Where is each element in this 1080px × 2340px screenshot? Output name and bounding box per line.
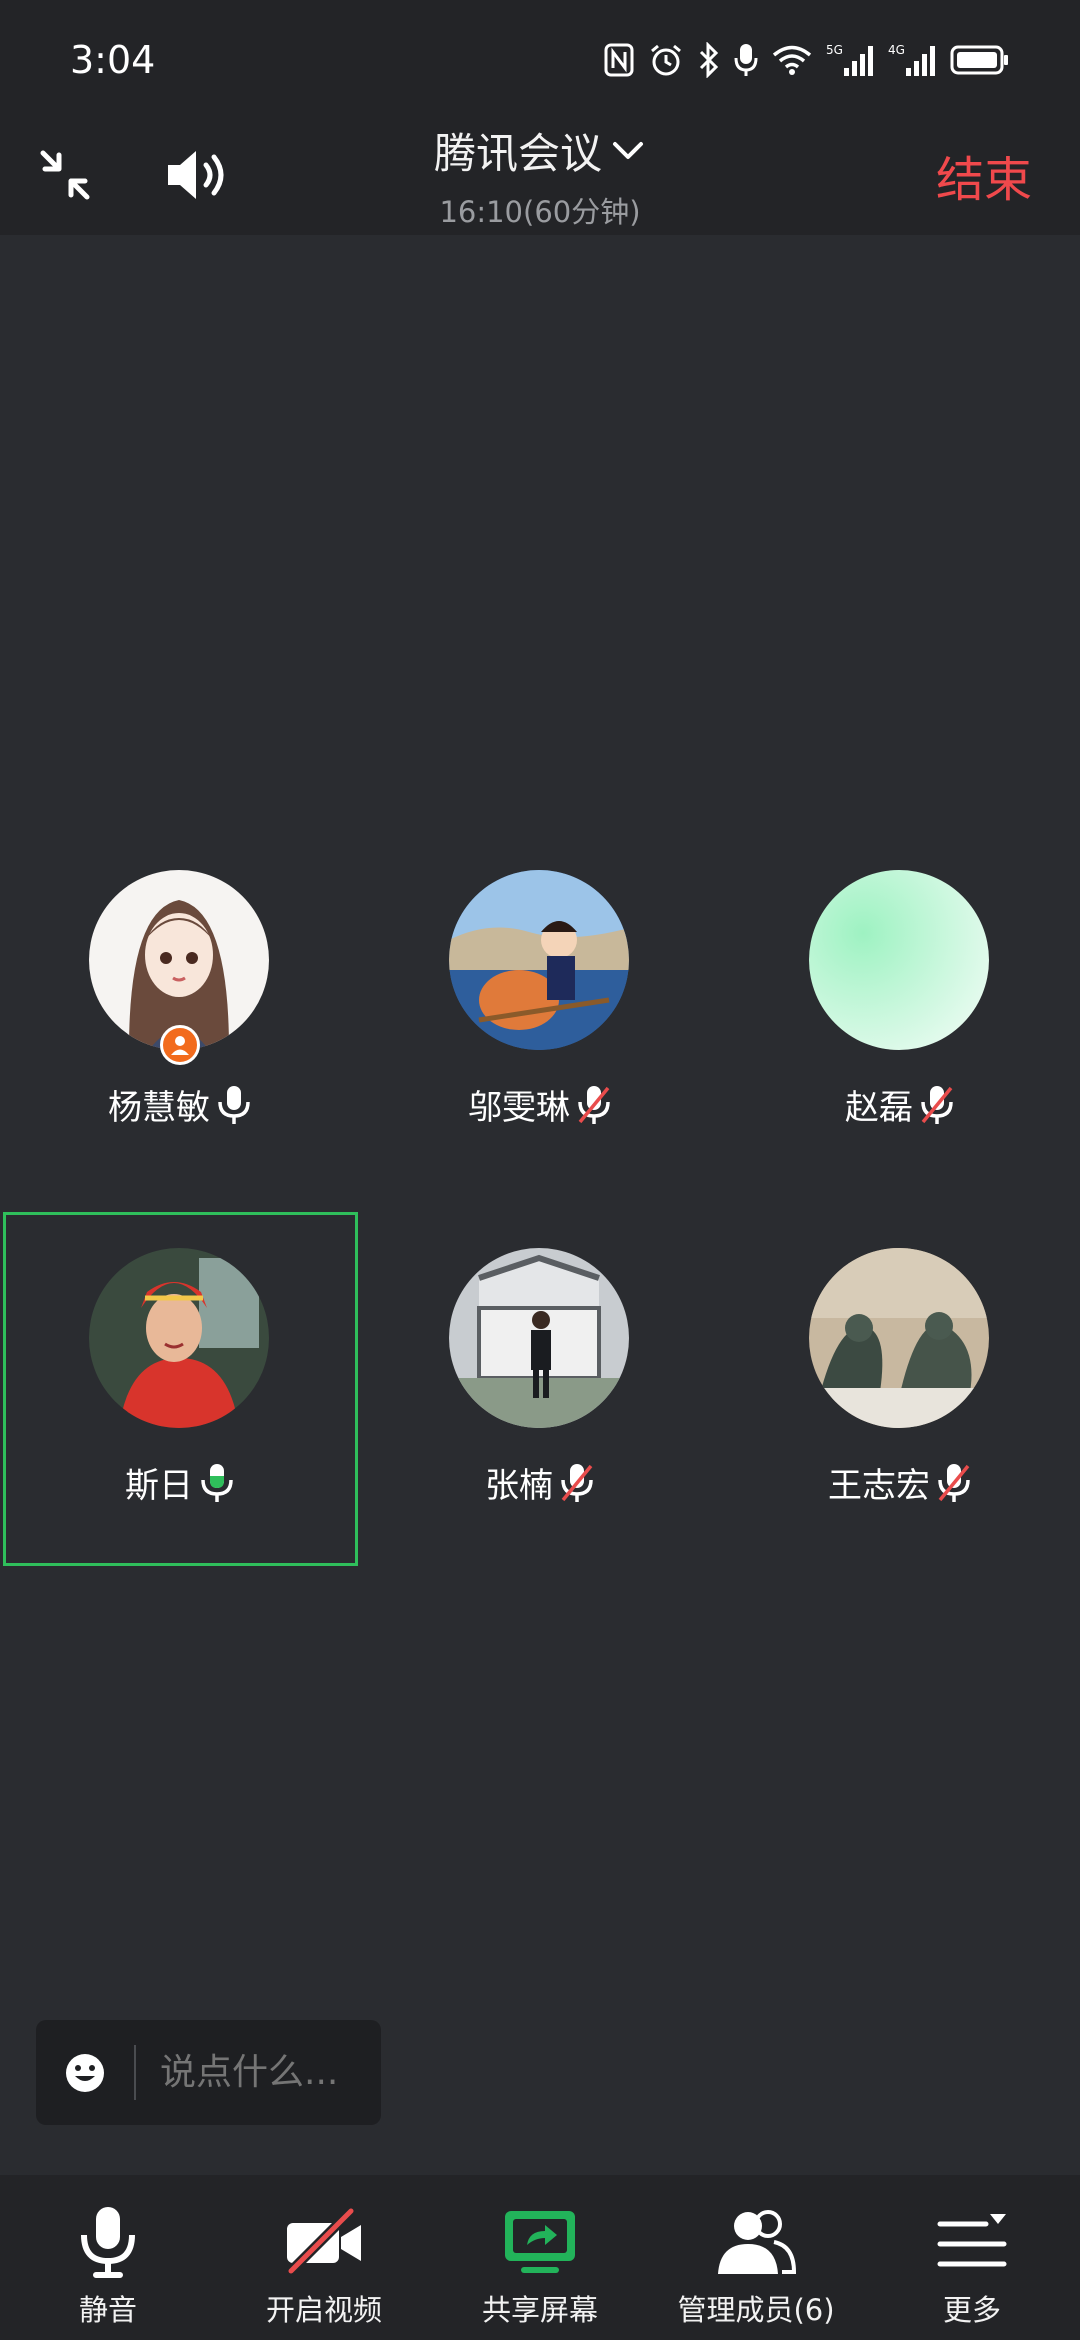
members-label: 管理成员(6) (677, 2293, 835, 2327)
avatar (449, 1248, 629, 1428)
share-label: 共享屏幕 (481, 2293, 598, 2327)
network-4g-label: 4G (888, 43, 905, 57)
mic-muted-icon (576, 1084, 612, 1126)
meeting-header: 腾讯会议 16:10(60分钟) 结束 (0, 115, 1080, 235)
participant-tile[interactable]: 杨慧敏 (0, 870, 360, 1170)
status-icons: 5G 4G (604, 40, 1010, 80)
network-5g-label: 5G (826, 43, 843, 57)
participant-name: 斯日 (125, 1466, 193, 1506)
battery-icon (950, 44, 1010, 76)
nfc-icon (604, 43, 634, 77)
alarm-icon (648, 42, 684, 78)
meeting-duration: 16:10(60分钟) (439, 195, 641, 229)
meeting-info[interactable]: 腾讯会议 16:10(60分钟) (340, 120, 740, 231)
microphone-icon (81, 2207, 135, 2278)
mic-muted-icon (559, 1462, 595, 1504)
manage-members-button[interactable]: 管理成员(6) (648, 2175, 864, 2340)
participant-tile[interactable]: 邬雯琳 (360, 870, 720, 1170)
emoji-button[interactable] (64, 2052, 124, 2094)
mute-button[interactable]: 静音 (0, 2175, 216, 2340)
signal-5g-icon: 5G (826, 42, 874, 78)
more-button[interactable]: 更多 (864, 2175, 1080, 2340)
members-icon (718, 2210, 797, 2274)
signal-4g-icon: 4G (888, 42, 936, 78)
wifi-icon (772, 44, 812, 76)
status-bar: 3:04 5G 4G (0, 0, 1080, 115)
minimize-icon (40, 150, 90, 200)
more-label: 更多 (942, 2293, 1001, 2327)
video-label: 开启视频 (265, 2293, 382, 2327)
participant-name: 张楠 (485, 1466, 553, 1506)
more-menu-icon (937, 2214, 1007, 2267)
divider (134, 2045, 136, 2100)
status-time: 3:04 (70, 38, 156, 82)
mic-icon (734, 42, 758, 78)
share-screen-button[interactable]: 共享屏幕 (432, 2175, 648, 2340)
chat-input[interactable] (160, 2052, 370, 2093)
mic-on-icon (216, 1084, 252, 1126)
participant-tile[interactable]: 赵磊 (720, 870, 1080, 1170)
share-screen-icon (505, 2211, 575, 2273)
participant-name: 赵磊 (845, 1088, 913, 1128)
avatar (809, 1248, 989, 1428)
mic-speaking-icon (199, 1462, 235, 1504)
avatar (89, 1248, 269, 1428)
emoji-icon (66, 2053, 104, 2092)
avatar (89, 870, 269, 1050)
chat-box[interactable] (36, 2020, 381, 2125)
start-video-button[interactable]: 开启视频 (216, 2175, 432, 2340)
bluetooth-icon (698, 42, 720, 78)
avatar (449, 870, 629, 1050)
host-icon (171, 1036, 189, 1055)
speaker-icon (168, 151, 224, 199)
participant-tile[interactable]: 王志宏 (720, 1248, 1080, 1548)
host-badge (160, 1025, 200, 1065)
participant-name: 杨慧敏 (108, 1088, 210, 1128)
end-meeting-button[interactable]: 结束 (936, 140, 1032, 210)
minimize-button[interactable] (30, 140, 100, 210)
mute-label: 静音 (78, 2293, 137, 2327)
participant-tile[interactable]: 张楠 (360, 1248, 720, 1548)
bottom-toolbar: 静音 开启视频 共享屏幕 管理成员(6) 更多 (0, 2175, 1080, 2340)
chevron-down-icon (613, 141, 643, 159)
avatar (809, 870, 989, 1050)
video-off-icon (287, 2207, 361, 2275)
mic-muted-icon (919, 1084, 955, 1126)
participant-name: 王志宏 (828, 1466, 930, 1506)
participant-tile-speaking[interactable]: 斯日 (0, 1248, 360, 1548)
speaker-button[interactable] (160, 140, 230, 210)
participant-name: 邬雯琳 (468, 1088, 570, 1128)
meeting-title: 腾讯会议 (433, 129, 602, 178)
mic-muted-icon (936, 1462, 972, 1504)
